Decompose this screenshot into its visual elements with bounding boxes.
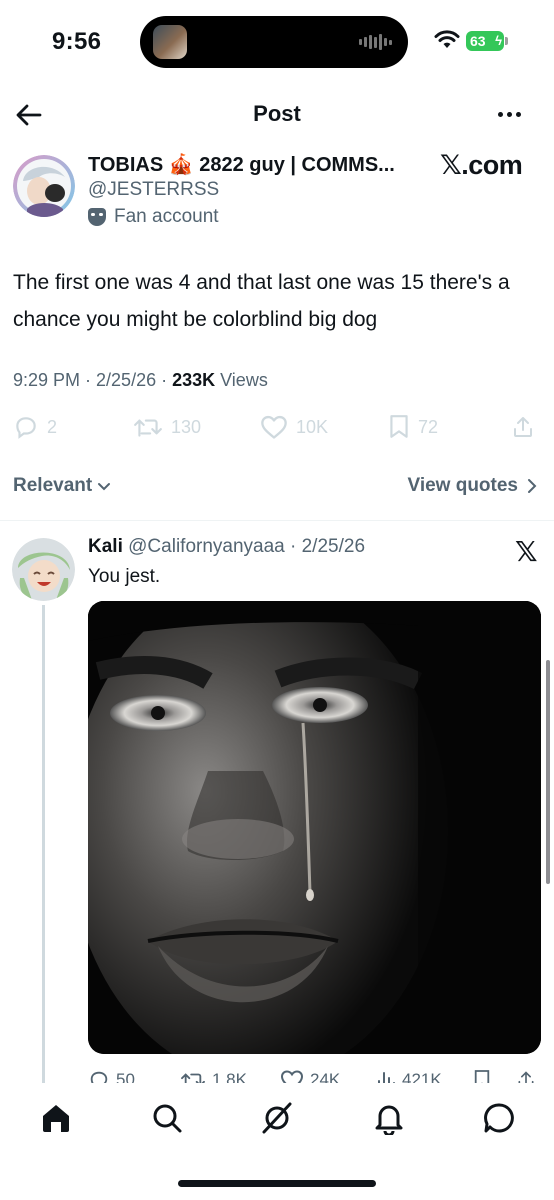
more-dot [498,112,503,117]
more-dot [516,112,521,117]
reply-reply-button[interactable]: 50 [88,1069,135,1083]
reply-meta[interactable]: @Californyanyaaa · 2/25/26 [128,536,365,557]
like-button[interactable]: 10K [260,414,328,440]
reply-like-button[interactable]: 24K [280,1069,340,1083]
mask-icon [88,208,106,226]
thread-line [42,605,45,1083]
notifications-icon[interactable] [372,1101,406,1135]
chevron-down-icon [98,483,111,491]
home-indicator[interactable] [178,1180,376,1187]
reply-button[interactable]: 2 [13,414,57,440]
battery-indicator: 63 ϟ [466,31,504,51]
retweet-button[interactable]: 130 [133,414,201,440]
more-button[interactable] [498,112,521,117]
reply-share-button[interactable] [516,1069,536,1083]
x-com-watermark: 𝕏.com [440,150,523,180]
heart-icon [261,415,287,439]
reply-image[interactable] [88,601,541,1054]
divider [0,520,554,521]
bookmark-icon [390,415,408,438]
reply-views-button[interactable]: 421K [376,1069,442,1083]
battery-tip [505,37,508,45]
retweet-count: 130 [171,416,202,437]
audio-waveform-icon [359,33,392,51]
post-text: The first one was 4 and that last one wa… [13,271,510,331]
sort-label: Relevant [13,475,93,496]
reply-text: You jest. [88,566,161,587]
fan-account-text: Fan account [114,206,219,227]
views-icon [378,1072,395,1083]
now-playing-artwork [153,25,187,59]
bookmark-icon [474,1070,490,1083]
author-handle[interactable]: @JESTERRSS [88,179,219,201]
reply-header: Kali @Californyanyaaa · 2/25/26 [88,536,365,558]
fan-account-label: Fan account [88,206,219,228]
search-icon[interactable] [150,1101,184,1135]
reply-views-count: 421K [402,1070,442,1083]
author-avatar[interactable] [13,155,75,217]
views-count: 233K [172,370,216,390]
charging-bolt-icon: ϟ [495,33,502,48]
view-quotes-link[interactable]: View quotes [407,475,538,497]
like-count: 10K [296,416,329,437]
reply-avatar[interactable] [12,538,75,601]
more-dot [507,112,512,117]
reply-retweet-count: 1.8K [212,1070,247,1083]
bookmark-count: 72 [418,416,439,437]
retweet-icon [181,1073,205,1083]
views-label: Views [215,370,268,390]
messages-icon[interactable] [482,1101,516,1135]
wifi-icon [434,30,460,48]
view-quotes-label: View quotes [407,475,518,496]
share-button[interactable] [511,414,535,440]
home-icon[interactable] [39,1101,73,1135]
post-timestamp: 9:29 PM · 2/25/26 · [13,370,173,390]
x-logo-icon: 𝕏 [515,536,538,567]
reply-retweet-button[interactable]: 1.8K [180,1069,247,1083]
reply-reply-count: 50 [116,1070,135,1083]
bookmark-button[interactable]: 72 [388,414,438,440]
reply-icon [90,1071,108,1083]
retweet-icon [134,419,162,437]
heart-icon [280,1070,304,1083]
sort-replies-button[interactable]: Relevant [13,475,112,497]
reply-author-name[interactable]: Kali [88,536,123,557]
reply-bookmark-button[interactable] [473,1069,491,1083]
status-time: 9:56 [52,28,102,55]
reply-count: 2 [47,416,58,437]
post-meta: 9:29 PM · 2/25/26 · 233K Views [13,370,268,391]
page-title: Post [253,101,301,126]
scrollbar[interactable] [546,660,550,884]
dynamic-island [140,16,408,68]
post-actions: 2 130 10K 72 [0,414,554,444]
reply-icon [16,417,36,439]
reply-like-count: 24K [310,1070,341,1083]
grok-icon[interactable] [260,1101,294,1135]
chevron-right-icon [528,479,537,493]
share-icon [518,1071,534,1083]
reply-actions: 50 1.8K 24K 421K [88,1069,548,1083]
author-display-name[interactable]: TOBIAS 🎪 2822 guy | COMMS... [88,152,395,177]
battery-level: 63 [470,33,486,49]
share-icon [514,417,532,437]
